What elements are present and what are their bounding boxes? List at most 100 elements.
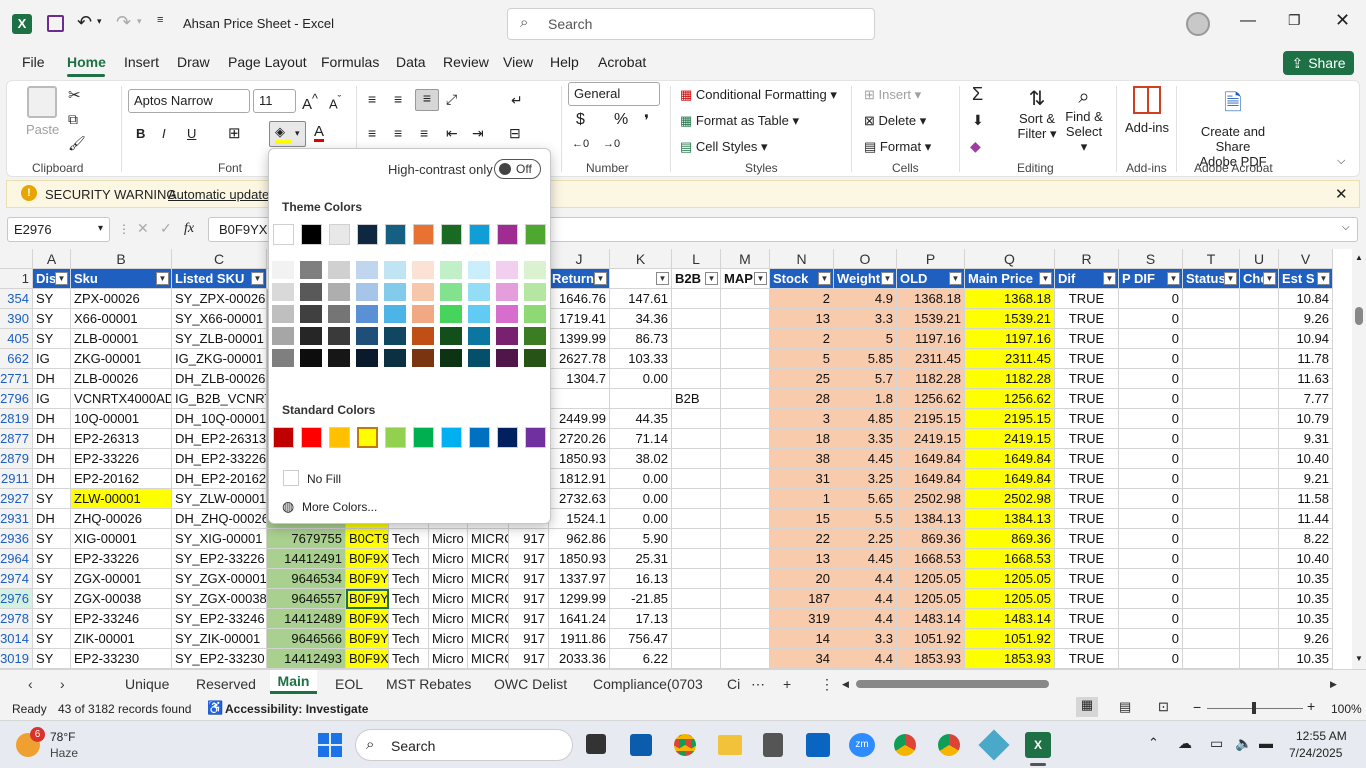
table-cell-r[interactable]: TRUE bbox=[1055, 329, 1119, 349]
table-cell-k[interactable]: 25.31 bbox=[610, 549, 672, 569]
theme-color-swatch[interactable] bbox=[469, 224, 490, 245]
table-cell-j[interactable]: 962.86 bbox=[549, 529, 610, 549]
table-cell-b[interactable]: EP2-33246 bbox=[71, 609, 172, 629]
filter-dropdown-icon[interactable]: ▼ bbox=[55, 272, 68, 285]
table-cell-m[interactable] bbox=[721, 349, 770, 369]
table-cell-v[interactable]: 10.35 bbox=[1279, 589, 1333, 609]
table-cell-b[interactable]: ZPX-00026 bbox=[71, 289, 172, 309]
column-header-u[interactable]: U bbox=[1240, 249, 1279, 269]
theme-shade-swatch[interactable] bbox=[412, 349, 434, 367]
clear-icon[interactable]: ◆ bbox=[970, 138, 981, 155]
table-cell-d[interactable]: 14412491 bbox=[267, 549, 346, 569]
table-cell-c[interactable]: DH_EP2-33226 bbox=[172, 449, 267, 469]
table-cell-e[interactable]: B0F9XC bbox=[346, 609, 389, 629]
table-cell-v[interactable]: 10.40 bbox=[1279, 449, 1333, 469]
table-cell-b[interactable]: ZKG-00001 bbox=[71, 349, 172, 369]
redo-icon[interactable]: ↷ bbox=[116, 12, 131, 33]
table-cell-l[interactable] bbox=[672, 289, 721, 309]
calculator-icon[interactable] bbox=[763, 733, 783, 757]
enter-formula-icon[interactable]: ✓ bbox=[160, 220, 172, 237]
table-cell-a[interactable]: SY bbox=[33, 589, 71, 609]
row-header[interactable]: 2771 bbox=[0, 369, 33, 389]
table-cell-c[interactable]: DH_10Q-00001 bbox=[172, 409, 267, 429]
table-cell-s[interactable]: 0 bbox=[1119, 609, 1183, 629]
table-cell-k[interactable]: 756.47 bbox=[610, 629, 672, 649]
table-cell-u[interactable] bbox=[1240, 569, 1279, 589]
standard-color-swatch[interactable] bbox=[469, 427, 490, 448]
table-cell-l[interactable] bbox=[672, 329, 721, 349]
table-cell-c[interactable]: IG_ZKG-00001 bbox=[172, 349, 267, 369]
align-right-icon[interactable]: ≡ bbox=[420, 125, 428, 141]
table-cell-o[interactable]: 4.45 bbox=[834, 449, 897, 469]
theme-shade-swatch[interactable] bbox=[328, 305, 350, 323]
theme-shade-swatch[interactable] bbox=[356, 283, 378, 301]
table-cell-i[interactable]: 917 bbox=[509, 629, 549, 649]
table-cell-b[interactable]: VCNRTX4000ADA bbox=[71, 389, 172, 409]
table-cell-j[interactable]: 2732.63 bbox=[549, 489, 610, 509]
column-header-t[interactable]: T bbox=[1183, 249, 1240, 269]
row-header[interactable]: 2877 bbox=[0, 429, 33, 449]
theme-shade-swatch[interactable] bbox=[328, 261, 350, 279]
table-cell-m[interactable] bbox=[721, 329, 770, 349]
table-cell-a[interactable]: SY bbox=[33, 569, 71, 589]
table-cell-s[interactable]: 0 bbox=[1119, 469, 1183, 489]
scroll-down-icon[interactable]: ▼ bbox=[1355, 654, 1363, 663]
table-cell-f[interactable]: Tech bbox=[389, 609, 429, 629]
table-cell-i[interactable]: 917 bbox=[509, 589, 549, 609]
table-cell-q[interactable]: 1483.14 bbox=[965, 609, 1055, 629]
theme-color-swatch[interactable] bbox=[497, 224, 518, 245]
copy-icon[interactable]: ⧉ bbox=[68, 111, 78, 128]
table-cell-p[interactable]: 1668.53 bbox=[897, 549, 965, 569]
table-cell-l[interactable] bbox=[672, 629, 721, 649]
table-cell-a[interactable]: SY bbox=[33, 609, 71, 629]
table-cell-k[interactable]: 6.22 bbox=[610, 649, 672, 669]
table-cell-h[interactable]: MICRO bbox=[468, 649, 509, 669]
table-cell-p[interactable]: 2311.45 bbox=[897, 349, 965, 369]
theme-shade-swatch[interactable] bbox=[440, 349, 462, 367]
theme-shade-swatch[interactable] bbox=[496, 327, 518, 345]
theme-shade-swatch[interactable] bbox=[384, 283, 406, 301]
table-cell-n[interactable]: 31 bbox=[770, 469, 834, 489]
zoom-out-icon[interactable]: − bbox=[1193, 699, 1201, 715]
align-middle-icon[interactable]: ≡ bbox=[394, 91, 402, 107]
table-cell-q[interactable]: 1384.13 bbox=[965, 509, 1055, 529]
table-cell-a[interactable]: DH bbox=[33, 369, 71, 389]
column-header-p[interactable]: P bbox=[897, 249, 965, 269]
align-bottom-icon[interactable]: ≡ bbox=[415, 89, 439, 111]
standard-color-swatch[interactable] bbox=[525, 427, 546, 448]
outlook-icon[interactable] bbox=[806, 733, 830, 757]
table-cell-v[interactable]: 10.35 bbox=[1279, 649, 1333, 669]
table-cell-r[interactable]: TRUE bbox=[1055, 589, 1119, 609]
table-cell-s[interactable]: 0 bbox=[1119, 509, 1183, 529]
table-cell-v[interactable]: 11.63 bbox=[1279, 369, 1333, 389]
table-cell-o[interactable]: 5.7 bbox=[834, 369, 897, 389]
table-cell-k[interactable]: 17.13 bbox=[610, 609, 672, 629]
theme-shade-swatch[interactable] bbox=[496, 305, 518, 323]
theme-shade-swatch[interactable] bbox=[440, 305, 462, 323]
table-cell-j[interactable]: 1337.97 bbox=[549, 569, 610, 589]
table-cell-g[interactable]: Micro bbox=[429, 629, 468, 649]
table-cell-q[interactable]: 1539.21 bbox=[965, 309, 1055, 329]
table-cell-r[interactable]: TRUE bbox=[1055, 549, 1119, 569]
theme-shade-swatch[interactable] bbox=[524, 305, 546, 323]
table-cell-r[interactable]: TRUE bbox=[1055, 389, 1119, 409]
table-cell-v[interactable]: 7.77 bbox=[1279, 389, 1333, 409]
table-cell-g[interactable]: Micro bbox=[429, 649, 468, 669]
table-cell-f[interactable]: Tech bbox=[389, 569, 429, 589]
no-fill-option[interactable]: No Fill bbox=[277, 467, 542, 489]
table-cell-u[interactable] bbox=[1240, 289, 1279, 309]
table-cell-d[interactable]: 7679755 bbox=[267, 529, 346, 549]
table-cell-s[interactable]: 0 bbox=[1119, 649, 1183, 669]
table-cell-q[interactable]: 1182.28 bbox=[965, 369, 1055, 389]
table-cell-u[interactable] bbox=[1240, 589, 1279, 609]
minimize-icon[interactable]: — bbox=[1240, 12, 1256, 30]
table-cell-d[interactable]: 9646566 bbox=[267, 629, 346, 649]
table-cell-b[interactable]: EP2-33226 bbox=[71, 549, 172, 569]
theme-color-swatch[interactable] bbox=[273, 224, 294, 245]
table-cell-j[interactable]: 2627.78 bbox=[549, 349, 610, 369]
table-cell-s[interactable]: 0 bbox=[1119, 449, 1183, 469]
table-cell-u[interactable] bbox=[1240, 549, 1279, 569]
clock-time[interactable]: 12:55 AM bbox=[1296, 729, 1347, 743]
table-cell-j[interactable]: 1719.41 bbox=[549, 309, 610, 329]
table-cell-b[interactable]: XIG-00001 bbox=[71, 529, 172, 549]
